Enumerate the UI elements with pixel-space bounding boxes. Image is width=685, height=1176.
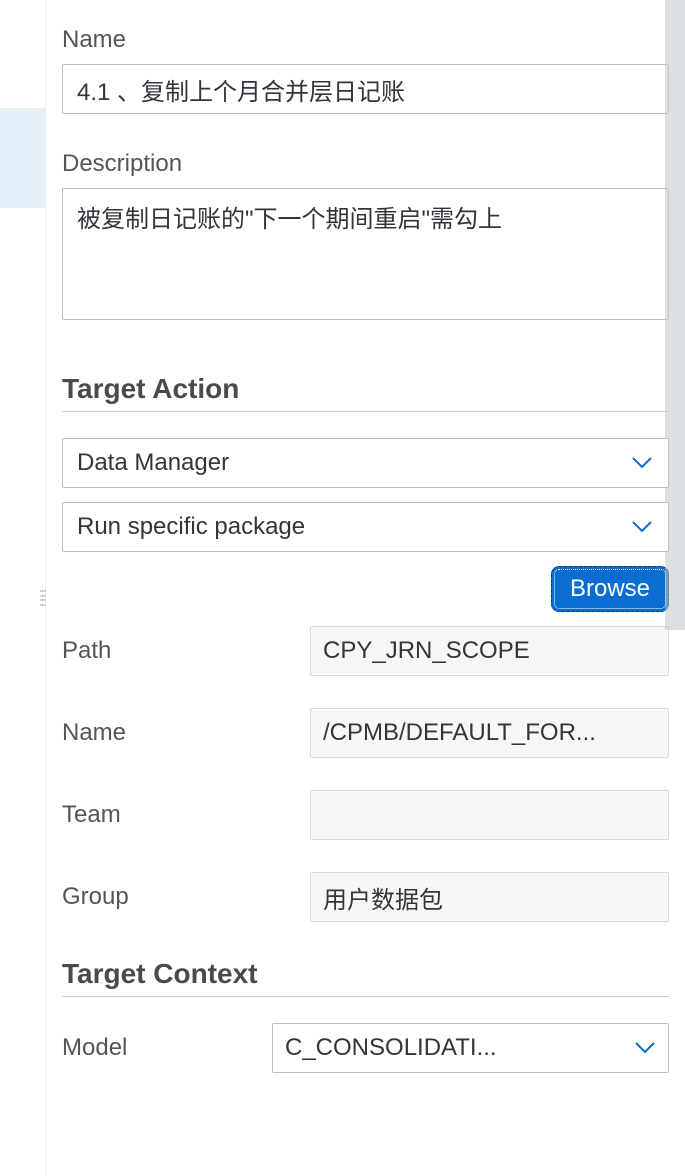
section-title-target-action: Target Action	[62, 373, 669, 405]
model-select[interactable]: C_CONSOLIDATI...	[272, 1023, 669, 1073]
path-label: Path	[62, 637, 310, 665]
chevron-down-icon	[634, 1041, 656, 1055]
sidebar-selection-indicator	[0, 108, 46, 208]
browse-button[interactable]: Browse	[551, 566, 669, 612]
sidebar-rail	[0, 0, 46, 1176]
target-action-mode-select[interactable]: Run specific package	[62, 502, 669, 552]
group-label: Group	[62, 883, 310, 911]
model-label: Model	[62, 1034, 272, 1062]
divider	[62, 996, 669, 997]
target-action-type-select[interactable]: Data Manager	[62, 438, 669, 488]
name-label: Name	[62, 26, 669, 54]
team-value	[310, 790, 669, 840]
path-value: CPY_JRN_SCOPE	[310, 626, 669, 676]
description-textarea[interactable]	[62, 188, 669, 320]
team-label: Team	[62, 801, 310, 829]
package-name-label: Name	[62, 719, 310, 747]
divider	[62, 411, 669, 412]
description-label: Description	[62, 150, 669, 178]
name-input[interactable]	[62, 64, 669, 114]
model-value-text: C_CONSOLIDATI...	[285, 1034, 497, 1062]
properties-panel: Name Description Target Action Data Mana…	[46, 0, 685, 1176]
section-title-target-context: Target Context	[62, 958, 669, 990]
group-value: 用户数据包	[310, 872, 669, 922]
package-name-value: /CPMB/DEFAULT_FOR...	[310, 708, 669, 758]
